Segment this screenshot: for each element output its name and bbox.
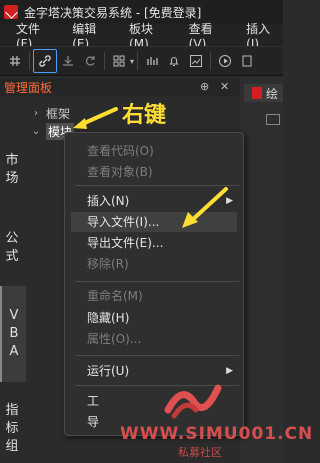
window-title: 金字塔决策交易系统 - [免费登录]: [24, 5, 202, 20]
toolbar: ▾: [0, 46, 283, 76]
tab-formula[interactable]: 公 式: [0, 230, 24, 266]
chevron-right-icon[interactable]: ›: [30, 108, 42, 119]
watermark: WWW.SIMU001.CN 私募社区: [120, 380, 312, 463]
tab-market[interactable]: 市 场: [0, 152, 24, 188]
annotation-arrow-import: [182, 187, 228, 228]
line-chart-icon[interactable]: [185, 50, 207, 72]
panel-title: 管理面板: [4, 80, 53, 95]
editor-tab[interactable]: 绘: [244, 84, 283, 102]
watermark-text: WWW.SIMU001.CN: [120, 424, 314, 444]
tab-indicator-group[interactable]: 指 标 组: [0, 402, 24, 456]
menu-item-remove[interactable]: 移除(R): [71, 254, 237, 274]
panel-header: 管理面板 ⊕ ✕: [0, 78, 240, 96]
chevron-down-icon[interactable]: ▾: [130, 57, 134, 66]
menu-item-properties[interactable]: 属性(O)...: [71, 329, 237, 349]
doc-icon[interactable]: [236, 50, 258, 72]
menu-item-export-file[interactable]: 导出文件(E)...: [71, 233, 237, 253]
tab-vba[interactable]: V B A: [0, 286, 26, 382]
toolbar-divider: [210, 52, 212, 70]
chevron-down-icon[interactable]: ⌄: [30, 126, 42, 137]
toolbar-divider: [104, 52, 105, 70]
layout-icon[interactable]: [108, 50, 130, 72]
submenu-arrow-icon: ▶: [226, 366, 233, 376]
app-logo-icon: [4, 5, 18, 19]
toolbar-divider: [137, 52, 139, 70]
grid-icon[interactable]: [4, 50, 26, 72]
tree-item-frame[interactable]: › 框架: [30, 104, 70, 122]
watermark-logo-icon: [164, 384, 222, 419]
side-tabs: 市 场 公 式 V B A 指 标 组: [0, 96, 26, 463]
play-icon[interactable]: [214, 50, 236, 72]
toolbar-divider: [29, 52, 30, 70]
annotation-arrow-right-click: [73, 107, 118, 129]
bell-icon[interactable]: [163, 50, 185, 72]
doc-icon: [252, 87, 262, 99]
watermark-subtext: 私募社区: [178, 446, 222, 459]
chart-icon[interactable]: [141, 50, 163, 72]
menu-item-hide[interactable]: 隐藏(H): [71, 308, 237, 328]
close-icon[interactable]: ✕: [220, 80, 229, 93]
menu-separator: [75, 281, 239, 282]
link-icon[interactable]: [33, 49, 57, 73]
refresh-icon[interactable]: [79, 50, 101, 72]
annotation-label: 右键: [122, 103, 167, 128]
menu-item-view-object[interactable]: 查看对象(B): [71, 162, 237, 182]
menu-separator: [75, 355, 239, 356]
menu-item-rename[interactable]: 重命名(M): [71, 286, 237, 306]
pin-icon[interactable]: ⊕: [200, 80, 209, 93]
folder-icon: [266, 114, 280, 125]
menu-item-run[interactable]: 运行(U) ▶: [71, 361, 237, 381]
download-icon[interactable]: [57, 50, 79, 72]
menu-bar: 文件(F) 编辑(E) 板块(M) 查看(V) 插入(I): [0, 22, 283, 51]
menu-item-view-code[interactable]: 查看代码(O): [71, 141, 237, 161]
